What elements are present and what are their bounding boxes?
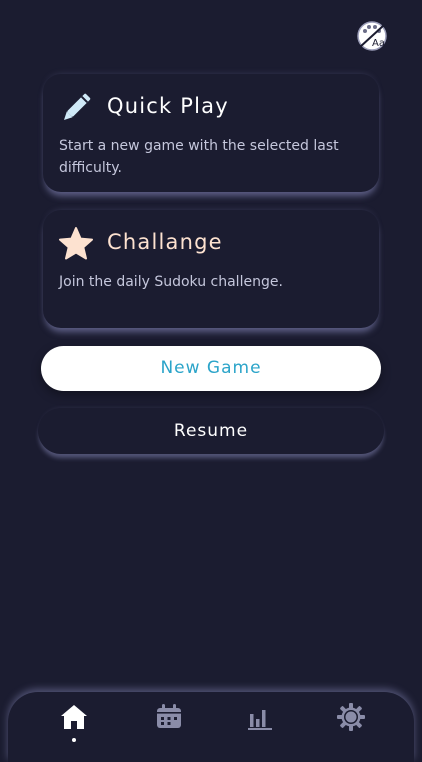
active-tab-indicator [72, 738, 76, 742]
challenge-title: Challange [107, 230, 223, 254]
tab-statistics[interactable] [240, 702, 280, 742]
theme-toggle-button[interactable]: Aa [355, 19, 389, 53]
tab-settings[interactable] [331, 702, 371, 742]
tab-home[interactable] [54, 702, 94, 742]
pencil-icon [63, 93, 91, 121]
gear-icon [337, 703, 365, 731]
resume-button[interactable]: Resume [38, 408, 384, 454]
new-game-button[interactable]: New Game [41, 346, 381, 391]
palette-font-icon: Aa [357, 21, 387, 51]
quick-play-title: Quick Play [107, 94, 229, 118]
theme-font-label: Aa [372, 38, 385, 49]
challenge-card[interactable]: Challange Join the daily Sudoku challeng… [43, 210, 379, 328]
tab-calendar[interactable] [149, 702, 189, 742]
bottom-tab-bar [8, 692, 414, 762]
challenge-description: Join the daily Sudoku challenge. [59, 274, 283, 290]
quick-play-card[interactable]: Quick Play Start a new game with the sel… [43, 74, 379, 192]
star-icon [59, 227, 93, 260]
quick-play-description: Start a new game with the selected last … [59, 138, 339, 176]
home-icon [61, 705, 87, 729]
stats-icon [248, 710, 272, 730]
calendar-icon [157, 704, 181, 728]
